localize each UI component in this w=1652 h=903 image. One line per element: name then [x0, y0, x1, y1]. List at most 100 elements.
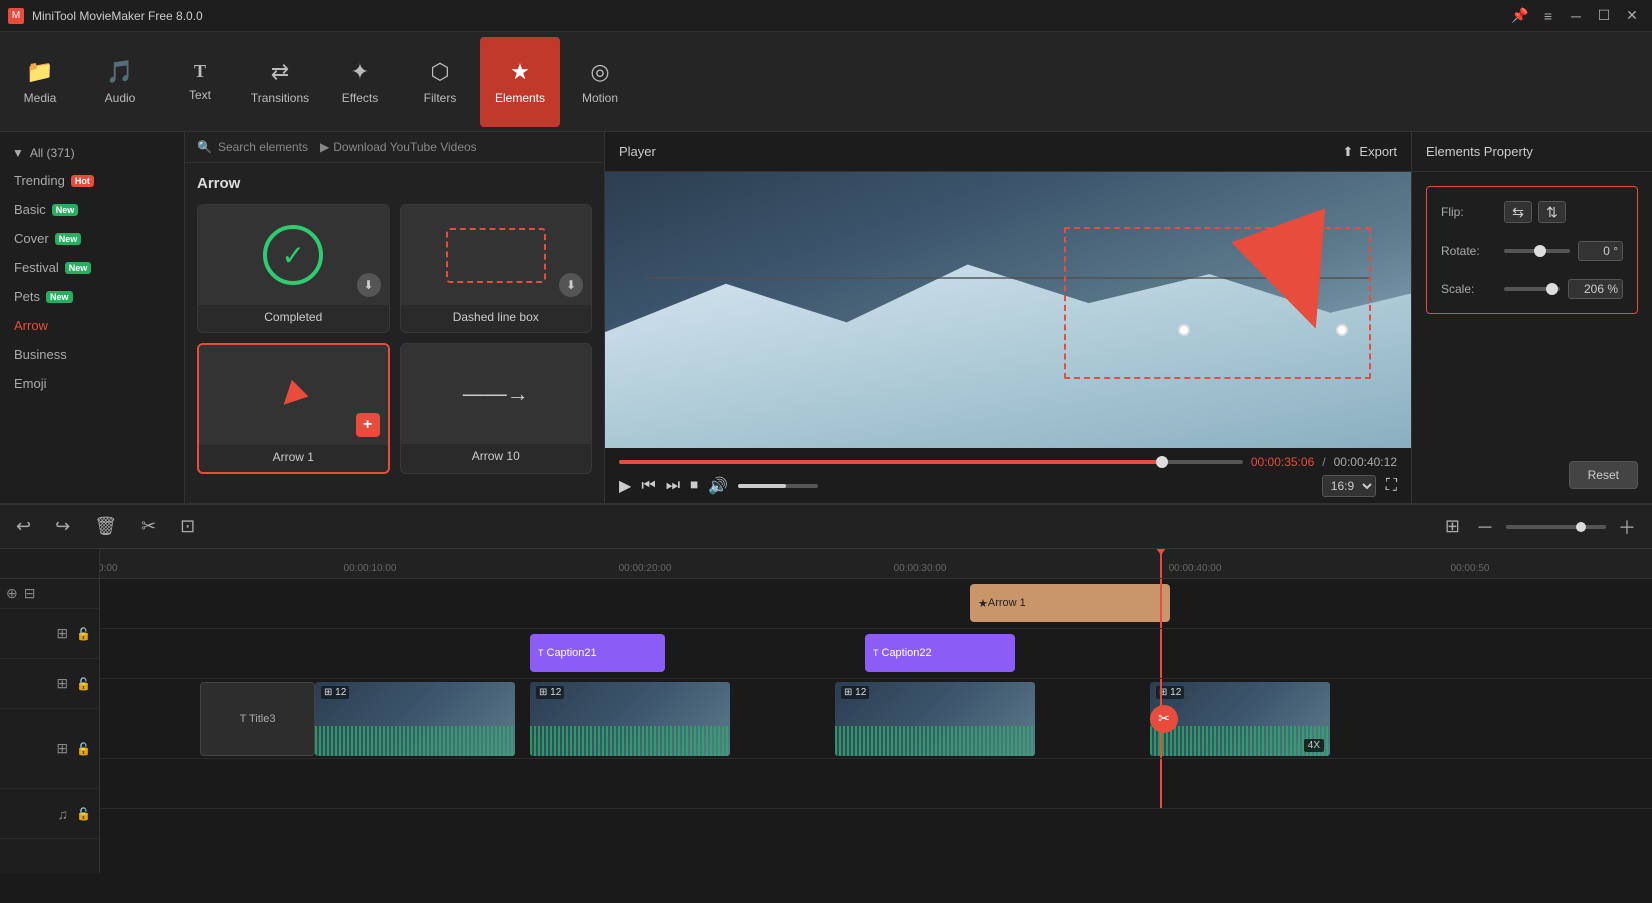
video-clip-1[interactable]: ⊞ 12 — [315, 682, 515, 756]
cover-label: Cover — [14, 231, 49, 246]
play-button[interactable]: ▶ — [619, 476, 631, 496]
delete-button[interactable]: 🗑 — [90, 512, 121, 541]
aspect-ratio-select[interactable]: 16:9 9:16 1:1 — [1322, 475, 1376, 497]
fullscreen-button[interactable]: ⛶ — [1386, 477, 1397, 495]
clip-arrow1[interactable]: ★ Arrow 1 — [970, 584, 1170, 622]
title3-clip[interactable]: T Title3 — [200, 682, 315, 756]
video-clip-2-label: ⊞ 12 — [536, 686, 564, 699]
add-track-icon[interactable]: ⊕ — [6, 585, 18, 602]
toolbar-media[interactable]: 📁 Media — [0, 37, 80, 127]
minimize-btn[interactable]: ─ — [1564, 4, 1588, 28]
volume-button[interactable]: 🔊 — [708, 476, 728, 496]
reset-button[interactable]: Reset — [1569, 461, 1638, 489]
arrow1-icon: ▼ — [263, 365, 323, 425]
split-icon[interactable]: ⊟ — [24, 585, 36, 602]
media-icon: 📁 — [26, 59, 53, 85]
video-clip-2[interactable]: ⊞ 12 — [530, 682, 730, 756]
undo-button[interactable]: ↩ — [12, 512, 35, 541]
toolbar-elements-label: Elements — [495, 91, 545, 105]
flip-vertical-btn[interactable]: ⇅ — [1538, 201, 1566, 223]
pin-btn[interactable]: 📌 — [1508, 4, 1532, 28]
elements-track-lane: ★ Arrow 1 — [100, 579, 1652, 629]
toolbar-effects-label: Effects — [342, 91, 378, 105]
sidebar-item-emoji[interactable]: Emoji — [0, 369, 184, 398]
toolbar-audio[interactable]: 🎵 Audio — [80, 37, 160, 127]
track-add-controls: ⊕ ⊟ — [0, 579, 99, 609]
emoji-label: Emoji — [14, 376, 47, 391]
zoom-fit-btn[interactable]: ⊞ — [1441, 512, 1464, 541]
toolbar-effects[interactable]: ✦ Effects — [320, 37, 400, 127]
clip-caption22[interactable]: T Caption22 — [865, 634, 1015, 672]
ruler-mark-50: 00:00:50 — [1451, 563, 1490, 574]
toolbar-motion[interactable]: ◎ Motion — [560, 37, 640, 127]
scale-slider[interactable] — [1504, 287, 1560, 291]
playhead-line-elements — [1160, 579, 1162, 628]
maximize-btn[interactable]: ☐ — [1592, 4, 1616, 28]
clip-caption21[interactable]: T Caption21 — [530, 634, 665, 672]
flip-horizontal-btn[interactable]: ⇆ — [1504, 201, 1532, 223]
rotate-value[interactable] — [1578, 241, 1623, 261]
title-bar: M MiniTool MovieMaker Free 8.0.0 📌 ≡ ─ ☐… — [0, 0, 1652, 32]
sidebar-item-pets[interactable]: Pets New — [0, 282, 184, 311]
zoom-controls: ⊞ － ＋ — [1441, 510, 1640, 544]
zoom-out-btn[interactable]: － — [1472, 510, 1498, 544]
volume-slider[interactable] — [738, 484, 818, 488]
toolbar-text[interactable]: T Text — [160, 37, 240, 127]
ruler-mark-0: 00:00 — [100, 563, 118, 574]
player-controls: 00:00:35:06 / 00:00:40:12 ▶ ⏮ ⏭ ⏹ 🔊 16:9… — [605, 448, 1411, 503]
properties-border: Flip: ⇆ ⇅ Rotate: Scale: — [1426, 186, 1638, 314]
elements-lock-icon[interactable]: 🔓 — [76, 627, 91, 641]
sidebar-item-arrow[interactable]: Arrow — [0, 311, 184, 340]
card-thumb-arrow1: ▼ + — [199, 345, 388, 445]
toolbar-transitions[interactable]: ⇄ Transitions — [240, 37, 320, 127]
next-button[interactable]: ⏭ — [666, 477, 680, 495]
zoom-in-btn[interactable]: ＋ — [1614, 510, 1640, 544]
progress-track[interactable] — [619, 460, 1243, 464]
flip-row: Flip: ⇆ ⇅ — [1441, 201, 1623, 223]
download-btn-completed[interactable]: ⬇ — [357, 273, 381, 297]
add-btn-arrow1[interactable]: + — [356, 413, 380, 437]
download-btn-dashed[interactable]: ⬇ — [559, 273, 583, 297]
toolbar-elements[interactable]: ★ Elements — [480, 37, 560, 127]
export-button[interactable]: ⬆ Export — [1343, 144, 1397, 160]
caption22-icon: T — [873, 648, 879, 658]
toolbar-filters[interactable]: ⬡ Filters — [400, 37, 480, 127]
zoom-slider[interactable] — [1506, 525, 1606, 529]
element-card-dashed[interactable]: ⬇ Dashed line box — [400, 204, 593, 333]
video-lock-icon[interactable]: 🔓 — [76, 742, 91, 756]
cut-button[interactable]: ✂ — [137, 512, 160, 541]
sidebar-item-basic[interactable]: Basic New — [0, 195, 184, 224]
stop-button[interactable]: ⏹ — [690, 477, 698, 495]
card-label-arrow1: Arrow 1 — [199, 445, 388, 472]
text-icon: T — [194, 61, 206, 82]
element-card-arrow10[interactable]: ——→ Arrow 10 — [400, 343, 593, 474]
flip-buttons: ⇆ ⇅ — [1504, 201, 1566, 223]
audio-track-lane — [100, 759, 1652, 809]
search-box[interactable]: 🔍 Search elements — [197, 140, 308, 154]
menu-btn[interactable]: ≡ — [1536, 4, 1560, 28]
motion-icon: ◎ — [590, 59, 609, 85]
prev-button[interactable]: ⏮ — [641, 477, 655, 495]
element-card-completed[interactable]: ✓ ⬇ Completed — [197, 204, 390, 333]
main-layout: ▼ All (371) Trending Hot Basic New Cover… — [0, 132, 1652, 503]
audio-wave-1 — [315, 726, 515, 756]
timeline-content: ⊕ ⊟ ⊞ 🔓 ⊞ 🔓 ⊞ 🔓 ♫ 🔓 00: — [0, 549, 1652, 873]
export-icon: ⬆ — [1343, 144, 1354, 160]
close-btn[interactable]: ✕ — [1620, 4, 1644, 28]
sidebar-item-trending[interactable]: Trending Hot — [0, 166, 184, 195]
sidebar-item-festival[interactable]: Festival New — [0, 253, 184, 282]
sidebar-item-business[interactable]: Business — [0, 340, 184, 369]
element-card-arrow1[interactable]: ▼ + Arrow 1 — [197, 343, 390, 474]
video-clip-3[interactable]: ⊞ 12 — [835, 682, 1035, 756]
rotate-slider[interactable] — [1504, 249, 1570, 253]
redo-button[interactable]: ↪ — [51, 512, 74, 541]
captions-lock-icon[interactable]: 🔓 — [76, 677, 91, 691]
audio-lock-icon[interactable]: 🔓 — [76, 807, 91, 821]
scale-value[interactable] — [1568, 279, 1623, 299]
sidebar-item-cover[interactable]: Cover New — [0, 224, 184, 253]
progress-bar-container: 00:00:35:06 / 00:00:40:12 — [619, 455, 1397, 469]
elements-track-icon: ⊞ — [56, 625, 68, 642]
elements-property-panel: Elements Property Flip: ⇆ ⇅ Rotate: — [1412, 132, 1652, 503]
download-youtube-link[interactable]: ▶ Download YouTube Videos — [320, 140, 477, 154]
crop-button[interactable]: ⊡ — [176, 512, 199, 541]
